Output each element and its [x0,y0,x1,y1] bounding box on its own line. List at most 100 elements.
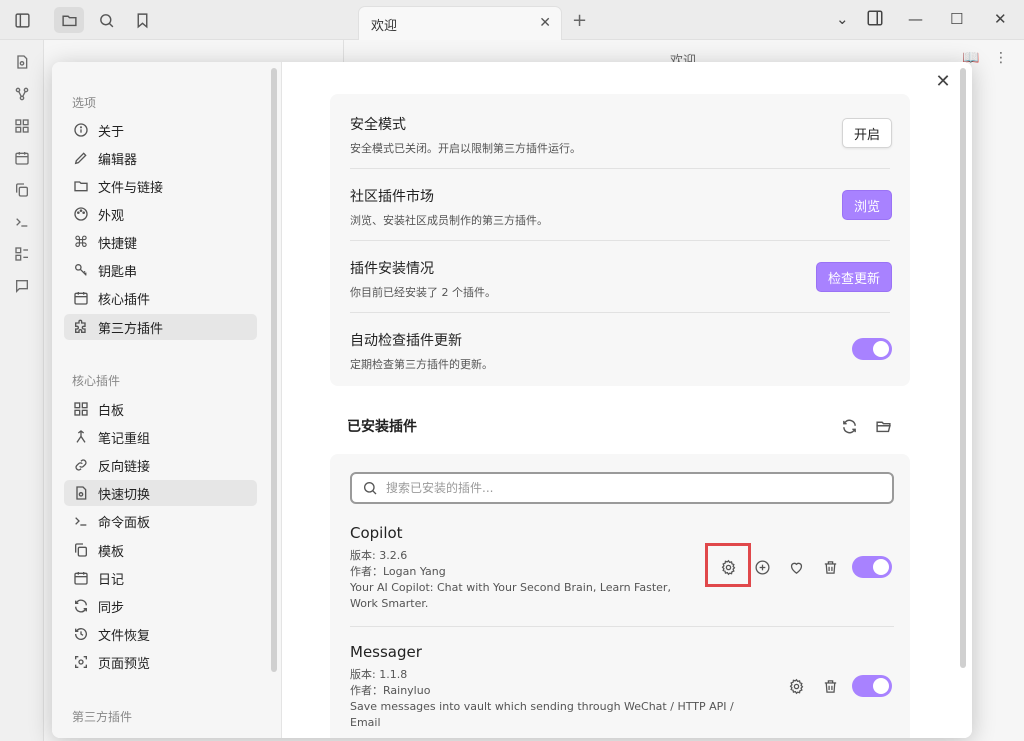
sidebar-item-label: 文件与链接 [98,180,164,196]
key-icon [72,261,90,279]
canvas-icon[interactable] [12,116,32,136]
sidebar-item-daily-notes[interactable]: 日记 [64,565,257,591]
tab-title: 欢迎 [371,19,398,34]
plugin-search-field[interactable] [350,472,894,504]
tab-welcome[interactable]: 欢迎 ✕ [358,6,562,40]
market-desc: 浏览、安装社区成员制作的第三方插件。 [350,214,548,227]
tab-close-icon[interactable]: ✕ [539,15,551,31]
sidebar-item-appearance[interactable]: 外观 [64,201,257,227]
sidebar-toggle-icon[interactable] [12,10,32,30]
search-icon[interactable] [96,10,116,30]
sidebar-item-community-plugins[interactable]: 第三方插件 [64,314,257,340]
sidebar-item-label: 日记 [98,572,125,588]
sidebar-item-sync[interactable]: 同步 [64,593,257,619]
reload-icon[interactable] [839,416,859,436]
sidebar-item-quick-switcher[interactable]: 快速切换 [64,480,257,506]
pencil-icon [72,149,90,167]
divider [350,168,890,169]
sidebar-item-core-plugins[interactable]: 核心插件 [64,285,257,311]
safe-mode-button[interactable]: 开启 [842,118,892,148]
open-folder-icon[interactable] [873,416,893,436]
search-icon [362,480,378,496]
sidebar-item-label: 第三方插件 [98,321,164,337]
sidebar-item-note-composer[interactable]: 笔记重组 [64,424,257,450]
history-icon [72,625,90,643]
sidebar-item-label: 白板 [98,403,125,419]
plugin-item-copilot: Copilot 版本: 3.2.6 作者：Logan Yang Your AI … [350,524,690,612]
sidebar-item-about[interactable]: 关于 [64,117,257,143]
market-title: 社区插件市场 [350,189,434,205]
sync-icon [72,597,90,615]
market-row: 社区插件市场 浏览、安装社区成员制作的第三方插件。 [350,186,890,228]
heart-icon[interactable] [785,556,807,578]
check-updates-button[interactable]: 检查更新 [816,262,892,292]
sidebar-item-label: 编辑器 [98,152,138,168]
add-circle-icon[interactable] [751,556,773,578]
canvas-icon [72,400,90,418]
maximize-icon[interactable]: ☐ [950,10,963,28]
close-window-icon[interactable]: ✕ [994,10,1007,28]
message-icon[interactable] [12,276,32,296]
gear-icon[interactable] [717,556,739,578]
auto-update-title: 自动检查插件更新 [350,333,462,349]
sidebar-item-templates[interactable]: 模板 [64,537,257,563]
sidebar-item-label: 页面预览 [98,656,151,672]
trash-icon[interactable] [819,675,841,697]
sidebar-item-hotkeys[interactable]: ⌘ 快捷键 [64,229,257,255]
sidebar-item-canvas[interactable]: 白板 [64,396,257,422]
auto-update-toggle[interactable] [852,338,892,360]
core-plugins-heading: 核心插件 [72,374,121,388]
sidebar-item-page-preview[interactable]: 页面预览 [64,649,257,675]
plugin-name: Copilot [350,524,403,542]
bookmark-icon[interactable] [132,10,152,30]
sidebar-item-files-links[interactable]: 文件与链接 [64,173,257,199]
divider [350,626,894,627]
sidebar-item-editor[interactable]: 编辑器 [64,145,257,171]
puzzle-icon [72,318,90,336]
browse-button[interactable]: 浏览 [842,190,892,220]
minimize-icon[interactable]: — [908,10,923,28]
calendar-icon[interactable] [12,148,32,168]
plugin-enable-toggle[interactable] [852,556,892,578]
plugin-description-line: Work Smarter. [350,597,429,610]
plugin-search-input[interactable] [386,481,866,495]
plugin-description: Save messages into vault which sending t… [350,699,770,731]
sidebar-item-file-recovery[interactable]: 文件恢复 [64,621,257,647]
installed-info-desc: 你目前已经安装了 2 个插件。 [350,286,496,299]
plugin-settings-card: 安全模式 安全模式已关闭。开启以限制第三方插件运行。 开启 社区插件市场 浏览、… [330,94,910,386]
sidebar-item-label: 命令面板 [98,515,151,531]
sidebar-item-keychain[interactable]: 钥匙串 [64,257,257,283]
divider [350,240,890,241]
list-icon[interactable] [12,244,32,264]
sidebar-item-command-palette[interactable]: 命令面板 [64,508,257,534]
plugin-version: 版本: 1.1.8 [350,668,408,681]
copy-icon[interactable] [12,180,32,200]
trash-icon[interactable] [819,556,841,578]
link-icon [72,456,90,474]
third-party-heading: 第三方插件 [72,710,133,724]
content-scrollbar[interactable] [960,68,966,668]
plugin-description: Your AI Copilot: Chat with Your Second B… [350,580,690,612]
files-icon[interactable] [54,7,84,33]
plugin-description-line: Email [350,716,381,729]
info-icon [72,121,90,139]
sidebar-item-label: 关于 [98,124,125,140]
sidebar-item-backlinks[interactable]: 反向链接 [64,452,257,478]
installed-plugins-title: 已安装插件 [347,419,417,435]
sidebar-item-label: 钥匙串 [98,264,138,280]
terminal-icon[interactable] [12,212,32,232]
right-sidebar-toggle-icon[interactable] [866,9,884,31]
sidebar-scrollbar[interactable] [271,68,277,672]
safe-mode-title: 安全模式 [350,117,406,133]
sidebar-item-label: 快捷键 [98,236,138,252]
plugin-enable-toggle[interactable] [852,675,892,697]
gear-icon[interactable] [785,675,807,697]
close-icon[interactable]: ✕ [932,70,954,92]
more-options-icon[interactable]: ⋮ [994,50,1008,66]
sidebar-item-label: 快速切换 [98,487,151,503]
quick-switch-icon[interactable] [12,52,32,72]
chevron-down-icon[interactable]: ⌄ [836,10,849,28]
new-tab-icon[interactable]: + [572,10,587,31]
settings-content: 安全模式 安全模式已关闭。开启以限制第三方插件运行。 开启 社区插件市场 浏览、… [282,62,972,738]
graph-icon[interactable] [12,84,32,104]
